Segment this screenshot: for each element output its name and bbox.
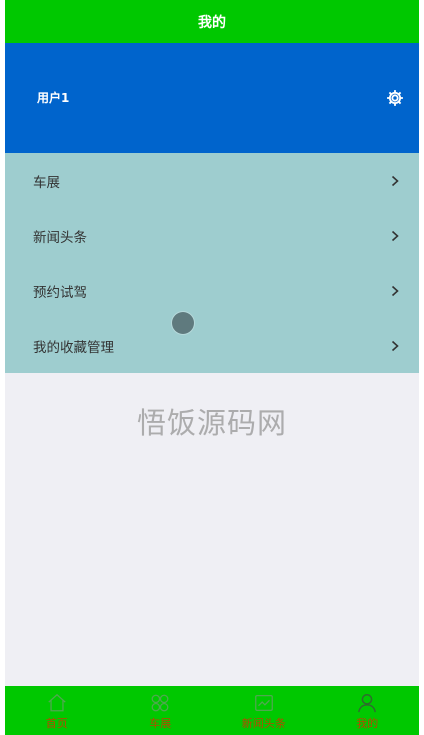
menu-item-label: 预约试驾 bbox=[33, 284, 87, 301]
nav-item-headlines[interactable]: 新闻头条 bbox=[212, 686, 316, 735]
app-container: 我的 用户1 车展 新闻头条 预约试驾 我的收藏管理 悟饭源码网 首页 车展 新… bbox=[5, 0, 419, 735]
chevron-right-icon bbox=[391, 285, 399, 296]
nav-item-label: 首页 bbox=[45, 717, 68, 730]
touch-cursor bbox=[172, 312, 194, 334]
user-name: 用户1 bbox=[37, 91, 70, 105]
nav-item-label: 新闻头条 bbox=[241, 717, 286, 730]
menu-item-favorites[interactable]: 我的收藏管理 bbox=[5, 318, 419, 373]
chevron-right-icon bbox=[391, 175, 399, 186]
nav-item-auto-show[interactable]: 车展 bbox=[109, 686, 213, 735]
menu-item-label: 新闻头条 bbox=[33, 229, 87, 246]
news-icon bbox=[254, 695, 273, 711]
bottom-nav: 首页 车展 新闻头条 我的 bbox=[5, 686, 419, 735]
menu-item-headlines[interactable]: 新闻头条 bbox=[5, 208, 419, 263]
user-icon bbox=[358, 694, 377, 713]
clover-icon bbox=[151, 694, 169, 712]
menu-item-test-drive[interactable]: 预约试驾 bbox=[5, 263, 419, 318]
menu-item-label: 车展 bbox=[33, 174, 60, 191]
right-edge bbox=[419, 0, 424, 735]
top-bar: 我的 bbox=[5, 0, 419, 43]
chevron-right-icon bbox=[391, 340, 399, 351]
nav-item-label: 车展 bbox=[149, 717, 172, 730]
screen: 我的 用户1 车展 新闻头条 预约试驾 我的收藏管理 悟饭源码网 首页 车展 新… bbox=[0, 0, 424, 735]
user-card: 用户1 bbox=[5, 43, 419, 153]
watermark: 悟饭源码网 bbox=[136, 406, 287, 440]
nav-item-home[interactable]: 首页 bbox=[5, 686, 109, 735]
page-title: 我的 bbox=[198, 14, 226, 31]
nav-item-mine[interactable]: 我的 bbox=[316, 686, 420, 735]
menu-item-label: 我的收藏管理 bbox=[33, 339, 114, 356]
nav-item-label: 我的 bbox=[356, 717, 379, 730]
chevron-right-icon bbox=[391, 230, 399, 241]
menu-list: 车展 新闻头条 预约试驾 我的收藏管理 bbox=[5, 153, 419, 373]
home-icon bbox=[48, 693, 66, 712]
gear-icon[interactable] bbox=[385, 88, 405, 108]
menu-item-auto-show[interactable]: 车展 bbox=[5, 153, 419, 208]
